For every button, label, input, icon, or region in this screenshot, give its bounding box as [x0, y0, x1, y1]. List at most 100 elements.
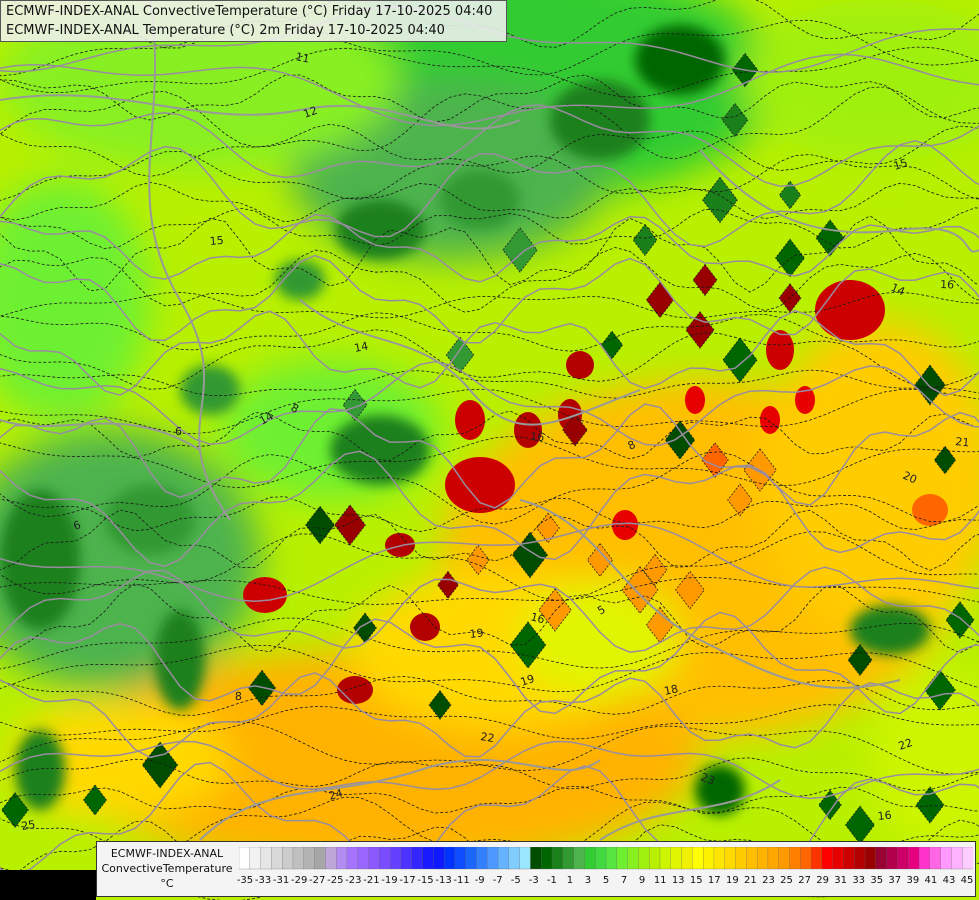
legend-tick-label: 9 — [638, 875, 646, 886]
legend-tick-label: 33 — [852, 875, 866, 886]
bottom-left-corner — [0, 870, 96, 900]
legend-tick-label: 21 — [744, 875, 757, 886]
legend-swatch — [627, 847, 640, 870]
legend-swatch — [573, 847, 586, 870]
legend-swatch — [303, 847, 316, 870]
legend-swatch — [314, 847, 327, 870]
legend-swatch — [616, 847, 629, 870]
legend-swatch — [670, 847, 683, 870]
legend-swatch — [584, 847, 596, 870]
legend-swatch — [681, 847, 694, 870]
legend-swatch — [292, 847, 305, 870]
legend-swatch — [508, 847, 521, 870]
legend-swatch — [897, 847, 909, 870]
legend-swatch — [389, 847, 402, 870]
legend-tick-label: 13 — [671, 875, 685, 886]
legend-tick-label: 43 — [942, 875, 956, 886]
legend-swatch — [918, 847, 931, 870]
legend-swatch — [346, 847, 359, 870]
map-canvas: 1112151614148651919222416182021162322251… — [0, 0, 979, 900]
legend-swatch — [886, 847, 899, 870]
legend-tick-label: -7 — [492, 875, 503, 886]
contour-label: 25 — [20, 818, 36, 833]
legend-swatch — [443, 847, 456, 870]
legend-swatch — [800, 847, 812, 870]
legend-tick-label: 39 — [906, 875, 920, 886]
legend-swatch — [713, 847, 726, 870]
legend-tick-label: 31 — [834, 875, 847, 886]
contour-label: 11 — [294, 50, 310, 65]
legend-swatch — [929, 847, 942, 870]
contour-label: 16 — [530, 430, 545, 444]
legend-swatch — [962, 847, 973, 870]
legend-swatch — [411, 847, 424, 870]
legend-tick-label: -23 — [345, 875, 362, 886]
legend-tick-label: -11 — [453, 875, 470, 886]
legend-tick-label: -29 — [291, 875, 308, 886]
legend-swatch — [875, 847, 888, 870]
legend-tick-label: 5 — [602, 875, 610, 886]
legend-tick-label: -5 — [510, 875, 521, 886]
legend-swatch — [864, 847, 877, 870]
legend-tick-label: -21 — [363, 875, 380, 886]
legend-swatch — [239, 847, 251, 870]
legend-label: ECMWF-INDEX-ANAL ConvectiveTemperature °… — [99, 846, 235, 891]
legend-swatch — [325, 847, 337, 870]
legend-tick-label: 23 — [762, 875, 775, 886]
legend-tick-label: -25 — [327, 875, 344, 886]
legend-swatch — [357, 847, 370, 870]
legend-tick-label: -3 — [528, 875, 539, 886]
legend-tick-label: 19 — [726, 875, 739, 886]
title-line-1: ECMWF-INDEX-ANAL ConvectiveTemperature (… — [6, 4, 493, 19]
legend-tick-label: 27 — [798, 875, 811, 886]
legend-swatch — [735, 847, 748, 870]
legend-tick-label: 17 — [707, 875, 721, 886]
legend-tick-label: 7 — [620, 875, 628, 886]
legend-tick-label: -35 — [236, 875, 254, 886]
legend-swatch — [497, 847, 510, 870]
legend-swatch — [530, 847, 542, 870]
contour-label: 15 — [209, 234, 224, 248]
legend-unit: °C — [160, 877, 174, 890]
legend-tick-label: 25 — [780, 875, 793, 886]
legend-swatch — [454, 847, 467, 870]
color-legend: ECMWF-INDEX-ANAL ConvectiveTemperature °… — [96, 841, 976, 897]
legend-tick-label: -31 — [272, 875, 290, 886]
legend-swatch — [605, 847, 618, 870]
legend-swatch — [638, 847, 650, 870]
legend-swatch — [843, 847, 856, 870]
contour-label: 21 — [955, 435, 970, 449]
legend-tick-label: -1 — [546, 875, 557, 886]
legend-swatch — [810, 847, 823, 870]
contour-label: 16 — [877, 809, 892, 823]
legend-swatch — [336, 847, 348, 870]
legend-swatch — [400, 847, 413, 870]
legend-swatch — [951, 847, 963, 870]
legend-swatch — [422, 847, 435, 870]
legend-tick-label: 37 — [888, 875, 902, 886]
legend-swatch — [282, 847, 294, 870]
legend-swatch — [465, 847, 478, 870]
legend-tick-label: 35 — [870, 875, 884, 886]
legend-swatch — [368, 847, 381, 870]
legend-swatch — [519, 847, 532, 870]
legend-swatch — [260, 847, 273, 870]
contour-label: 14 — [353, 340, 369, 355]
legend-swatch — [271, 847, 283, 870]
legend-swatch — [433, 847, 445, 870]
legend-swatch — [702, 847, 715, 870]
legend-swatch — [379, 847, 391, 870]
legend-swatch — [821, 847, 834, 870]
legend-swatch — [908, 847, 920, 870]
legend-swatch — [789, 847, 802, 870]
legend-swatch — [476, 847, 489, 870]
legend-swatch — [767, 847, 780, 870]
legend-swatch — [778, 847, 791, 870]
legend-tick-label: -33 — [254, 875, 272, 886]
legend-swatch — [487, 847, 499, 870]
legend-swatch — [746, 847, 758, 870]
contour-label: 8 — [235, 690, 242, 703]
legend-tick-label: -19 — [381, 875, 398, 886]
contour-label: 22 — [480, 730, 496, 745]
legend-swatch — [940, 847, 953, 870]
